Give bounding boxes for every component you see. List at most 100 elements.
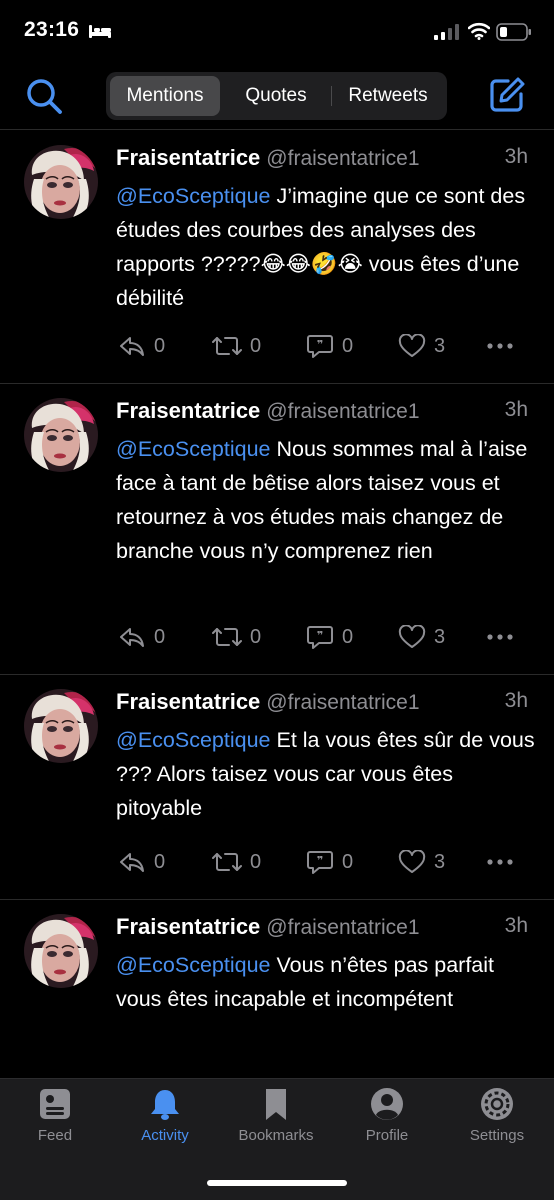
quote-count: 0	[342, 850, 354, 873]
reply-button[interactable]: 0	[118, 847, 165, 877]
retweet-button[interactable]: 0	[212, 331, 261, 361]
retweet-button[interactable]: 0	[212, 622, 261, 652]
mention-link[interactable]: @EcoSceptique	[116, 437, 271, 461]
more-icon	[486, 342, 514, 350]
retweet-icon	[212, 334, 242, 358]
status-time: 23:16	[24, 18, 80, 41]
reply-count: 0	[154, 625, 166, 648]
tab-label: Settings	[469, 1127, 525, 1144]
like-button[interactable]: 3	[398, 331, 445, 361]
like-button[interactable]: 3	[398, 622, 445, 652]
display-name[interactable]: Fraisentatrice	[116, 689, 260, 714]
display-name[interactable]: Fraisentatrice	[116, 398, 260, 423]
quote-icon	[306, 849, 334, 875]
more-button[interactable]	[486, 622, 522, 652]
tab-quotes[interactable]: Quotes	[222, 76, 330, 116]
reply-button[interactable]: 0	[118, 331, 165, 361]
retweet-count: 0	[250, 625, 262, 648]
avatar[interactable]	[24, 689, 98, 763]
tweet-actions: 0 0 0 3	[116, 622, 536, 652]
compose-icon[interactable]	[488, 76, 526, 114]
feed-icon	[40, 1089, 70, 1119]
tweet-item[interactable]: Fraisentatrice @fraisentatrice1 3h @EcoSc…	[0, 131, 554, 384]
tweet-actions: 0 0 0 3	[116, 847, 536, 877]
timestamp: 3h	[504, 914, 528, 937]
more-icon	[486, 858, 514, 866]
quote-button[interactable]: 0	[306, 847, 353, 877]
like-count: 3	[434, 850, 446, 873]
quote-button[interactable]: 0	[306, 622, 353, 652]
top-header: Mentions Quotes Retweets	[0, 64, 554, 130]
heart-icon	[398, 625, 426, 649]
tweet-item[interactable]: Fraisentatrice @fraisentatrice1 3h @EcoSc…	[0, 384, 554, 675]
sleep-mode-icon	[89, 25, 111, 38]
tab-activity[interactable]: Activity	[110, 1087, 220, 1144]
activity-segmented-control: Mentions Quotes Retweets	[106, 72, 447, 120]
reply-icon	[118, 334, 146, 358]
tab-label: Activity	[141, 1127, 189, 1144]
username[interactable]: @fraisentatrice1	[266, 691, 419, 714]
battery-icon	[496, 23, 531, 41]
avatar[interactable]	[24, 145, 98, 219]
timestamp: 3h	[504, 398, 528, 421]
profile-icon	[371, 1088, 403, 1120]
tab-settings[interactable]: Settings	[442, 1087, 552, 1144]
search-icon[interactable]	[24, 76, 64, 116]
retweet-icon	[212, 850, 242, 874]
avatar[interactable]	[24, 914, 98, 988]
display-name[interactable]: Fraisentatrice	[116, 145, 260, 170]
heart-icon	[398, 334, 426, 358]
reply-icon	[118, 850, 146, 874]
home-indicator[interactable]	[207, 1180, 347, 1186]
tab-mentions[interactable]: Mentions	[110, 76, 220, 116]
display-name[interactable]: Fraisentatrice	[116, 914, 260, 939]
like-count: 3	[434, 625, 446, 648]
tab-label: Feed	[37, 1127, 73, 1144]
username[interactable]: @fraisentatrice1	[266, 916, 419, 939]
tweet-item[interactable]: Fraisentatrice @fraisentatrice1 3h @EcoSc…	[0, 900, 554, 1100]
retweet-button[interactable]: 0	[212, 847, 261, 877]
bookmark-icon	[266, 1089, 286, 1120]
tweet-actions: 0 0 0 3	[116, 331, 536, 361]
username[interactable]: @fraisentatrice1	[266, 147, 419, 170]
quote-count: 0	[342, 334, 354, 357]
bell-icon	[151, 1090, 179, 1120]
retweet-count: 0	[250, 334, 262, 357]
avatar[interactable]	[24, 398, 98, 472]
timestamp: 3h	[504, 145, 528, 168]
retweet-count: 0	[250, 850, 262, 873]
heart-icon	[398, 850, 426, 874]
tweet-text: @EcoSceptique Vous n’êtes pas parfait vo…	[116, 948, 536, 1016]
like-button[interactable]: 3	[398, 847, 445, 877]
tab-feed[interactable]: Feed	[0, 1087, 110, 1144]
tweet-header: Fraisentatrice @fraisentatrice1 3h	[116, 398, 536, 428]
tweet-item[interactable]: Fraisentatrice @fraisentatrice1 3h @EcoSc…	[0, 675, 554, 900]
wifi-icon	[468, 22, 490, 40]
reply-count: 0	[154, 850, 166, 873]
tab-label: Profile	[365, 1127, 409, 1144]
reply-count: 0	[154, 334, 166, 357]
tab-bookmarks[interactable]: Bookmarks	[221, 1087, 331, 1144]
quote-icon	[306, 624, 334, 650]
more-button[interactable]	[486, 331, 522, 361]
tweet-header: Fraisentatrice @fraisentatrice1 3h	[116, 689, 536, 719]
more-icon	[486, 633, 514, 641]
cellular-signal-icon	[434, 24, 459, 40]
username[interactable]: @fraisentatrice1	[266, 400, 419, 423]
tab-profile[interactable]: Profile	[332, 1087, 442, 1144]
mention-link[interactable]: @EcoSceptique	[116, 953, 271, 977]
status-bar: 23:16	[0, 0, 554, 64]
reply-button[interactable]: 0	[118, 622, 165, 652]
gear-icon	[481, 1088, 513, 1120]
mention-link[interactable]: @EcoSceptique	[116, 184, 271, 208]
retweet-icon	[212, 625, 242, 649]
quote-button[interactable]: 0	[306, 331, 353, 361]
tab-label: Bookmarks	[238, 1127, 314, 1144]
mention-link[interactable]: @EcoSceptique	[116, 728, 271, 752]
tweet-text: @EcoSceptique Nous sommes mal à l’aise f…	[116, 432, 536, 568]
timestamp: 3h	[504, 689, 528, 712]
tab-retweets[interactable]: Retweets	[332, 76, 444, 116]
more-button[interactable]	[486, 847, 522, 877]
tweet-header: Fraisentatrice @fraisentatrice1 3h	[116, 914, 536, 944]
tweet-text: @EcoSceptique J’imagine que ce sont des …	[116, 179, 536, 315]
